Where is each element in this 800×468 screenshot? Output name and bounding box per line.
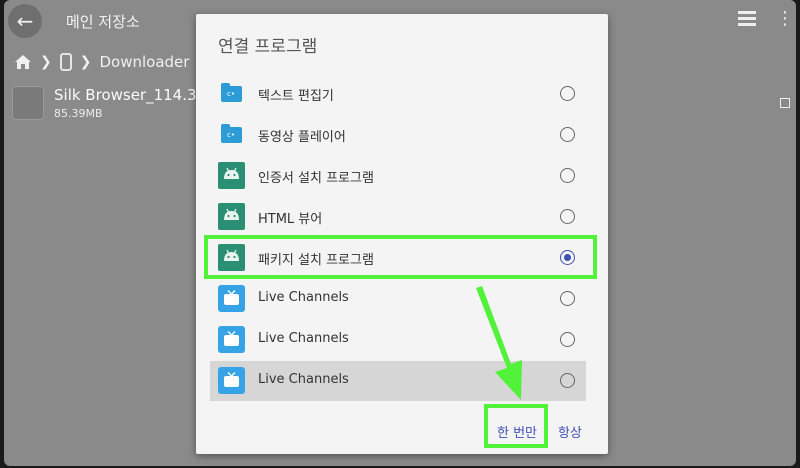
pointer-arrow-icon	[476, 286, 522, 400]
